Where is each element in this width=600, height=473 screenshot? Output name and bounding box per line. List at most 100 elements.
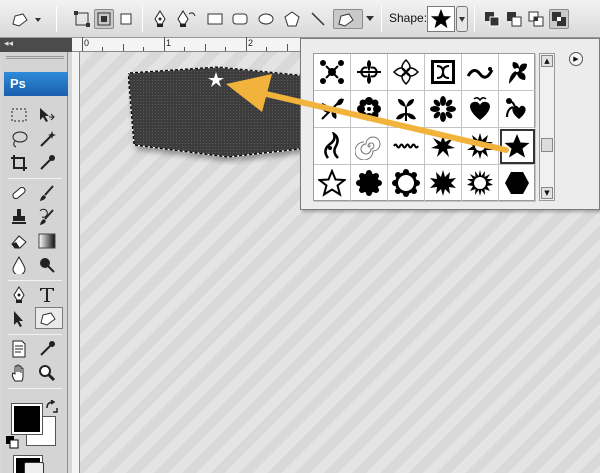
freeform-pen-icon[interactable] [174, 9, 198, 29]
collapse-panel-icon[interactable]: ◂◂ [4, 39, 13, 49]
wave-line-icon [393, 143, 419, 149]
panel-grip[interactable] [6, 56, 64, 59]
path-selection-icon[interactable] [8, 308, 30, 330]
shape-cell[interactable] [462, 54, 499, 91]
eraser-icon[interactable] [8, 230, 30, 252]
scroll-up-button[interactable]: ▲ [541, 55, 553, 67]
line-icon[interactable] [308, 9, 328, 29]
custom-shape-picker: ▲ ▼ ▶ [300, 38, 600, 210]
rounded-rectangle-icon[interactable] [230, 9, 250, 29]
notes-icon[interactable] [8, 338, 30, 360]
eyedropper-icon[interactable] [36, 338, 58, 360]
tool-separator [8, 388, 62, 389]
shape-cell[interactable] [314, 54, 351, 91]
foreground-color-swatch[interactable] [11, 403, 43, 435]
tool-separator [8, 334, 62, 335]
rectangle-icon[interactable] [205, 9, 225, 29]
exclude-overlapping-areas-icon[interactable] [549, 9, 569, 29]
shape-cell[interactable] [425, 91, 462, 128]
leaf-ornament-icon [321, 98, 344, 120]
quick-mask-icon[interactable] [24, 462, 44, 473]
scrollbar-thumb[interactable] [541, 138, 553, 152]
starburst-icon [431, 134, 455, 157]
move-icon[interactable] [36, 104, 58, 126]
sun-icon [467, 170, 493, 196]
swap-colors-icon[interactable] [45, 400, 59, 414]
floral-icon [430, 96, 456, 122]
fill-pixels-mode-icon[interactable] [116, 9, 136, 29]
shape-cell[interactable] [499, 165, 536, 202]
shape-cell[interactable] [425, 54, 462, 91]
pen-icon[interactable] [8, 284, 30, 306]
scroll-down-button[interactable]: ▼ [541, 187, 553, 199]
intersect-shape-areas-icon[interactable] [526, 9, 546, 29]
shape-picker-swatch[interactable] [427, 6, 455, 32]
photoshop-logo: Ps [4, 72, 68, 96]
tool-options-dropdown[interactable] [364, 9, 376, 29]
custom-shape-icon[interactable] [333, 9, 363, 29]
heart-ornament-icon [470, 96, 490, 120]
shape-cell[interactable] [462, 165, 499, 202]
subtract-from-shape-area-icon[interactable] [504, 9, 524, 29]
shape-cell[interactable] [425, 128, 462, 165]
shape-cell-selected[interactable] [499, 128, 536, 165]
shape-cell[interactable] [388, 54, 425, 91]
shape-selection[interactable] [128, 65, 318, 165]
toolbar-separator [381, 6, 382, 32]
type-icon[interactable] [36, 284, 58, 306]
spot-healing-icon[interactable] [8, 182, 30, 204]
add-to-shape-area-icon[interactable] [482, 9, 502, 29]
custom-shape-icon[interactable] [35, 307, 63, 329]
shape-layers-mode-icon[interactable] [72, 9, 92, 29]
shape-cell[interactable] [351, 128, 388, 165]
star-icon [430, 8, 452, 29]
shape-cell[interactable] [388, 165, 425, 202]
blur-icon[interactable] [8, 254, 30, 276]
shape-cell[interactable] [388, 128, 425, 165]
tile-ornament-icon [431, 60, 455, 84]
magic-wand-icon[interactable] [36, 128, 58, 150]
gradient-icon[interactable] [36, 230, 58, 252]
shape-cell[interactable] [314, 165, 351, 202]
shape-grid [313, 53, 536, 202]
shape-picker-dropdown[interactable] [456, 6, 468, 32]
eyedropper-icon[interactable] [36, 152, 58, 174]
shape-picker-menu-button[interactable]: ▶ [569, 52, 583, 66]
ruler-label: 0 [84, 38, 90, 48]
rectangular-marquee-icon[interactable] [8, 104, 30, 126]
tool-separator [8, 280, 62, 281]
default-colors-icon[interactable] [6, 436, 20, 450]
shape-cell[interactable] [425, 165, 462, 202]
crop-icon[interactable] [8, 152, 30, 174]
lasso-icon[interactable] [8, 128, 30, 150]
shape-cell[interactable] [499, 91, 536, 128]
blob-circle-icon [356, 170, 382, 196]
clone-stamp-icon[interactable] [8, 206, 30, 228]
shape-cell[interactable] [351, 165, 388, 202]
shape-cell[interactable] [499, 54, 536, 91]
hand-icon[interactable] [8, 362, 30, 384]
flower-icon [357, 97, 381, 121]
polygon-icon[interactable] [282, 9, 302, 29]
shape-cell[interactable] [314, 128, 351, 165]
shape-cell[interactable] [388, 91, 425, 128]
options-bar: Shape: [0, 0, 600, 38]
tool-separator [8, 178, 62, 179]
history-brush-icon[interactable] [36, 206, 58, 228]
tool-preset-picker-button[interactable] [8, 9, 44, 29]
shape-cell[interactable] [351, 54, 388, 91]
paths-mode-icon[interactable] [94, 9, 114, 29]
panel-tabbar: ◂◂ [0, 38, 72, 52]
shape-cell[interactable] [314, 91, 351, 128]
zoom-icon[interactable] [36, 362, 58, 384]
brush-icon[interactable] [36, 182, 58, 204]
circle-frame-icon [392, 169, 420, 197]
pen-icon[interactable] [150, 9, 170, 29]
shape-picker-scrollbar[interactable]: ▲ ▼ [539, 53, 555, 201]
ellipse-icon[interactable] [256, 9, 276, 29]
dodge-icon[interactable] [36, 254, 58, 276]
shape-cell[interactable] [462, 128, 499, 165]
shape-cell[interactable] [351, 91, 388, 128]
shape-cell[interactable] [462, 91, 499, 128]
fleur-icon [357, 60, 381, 84]
